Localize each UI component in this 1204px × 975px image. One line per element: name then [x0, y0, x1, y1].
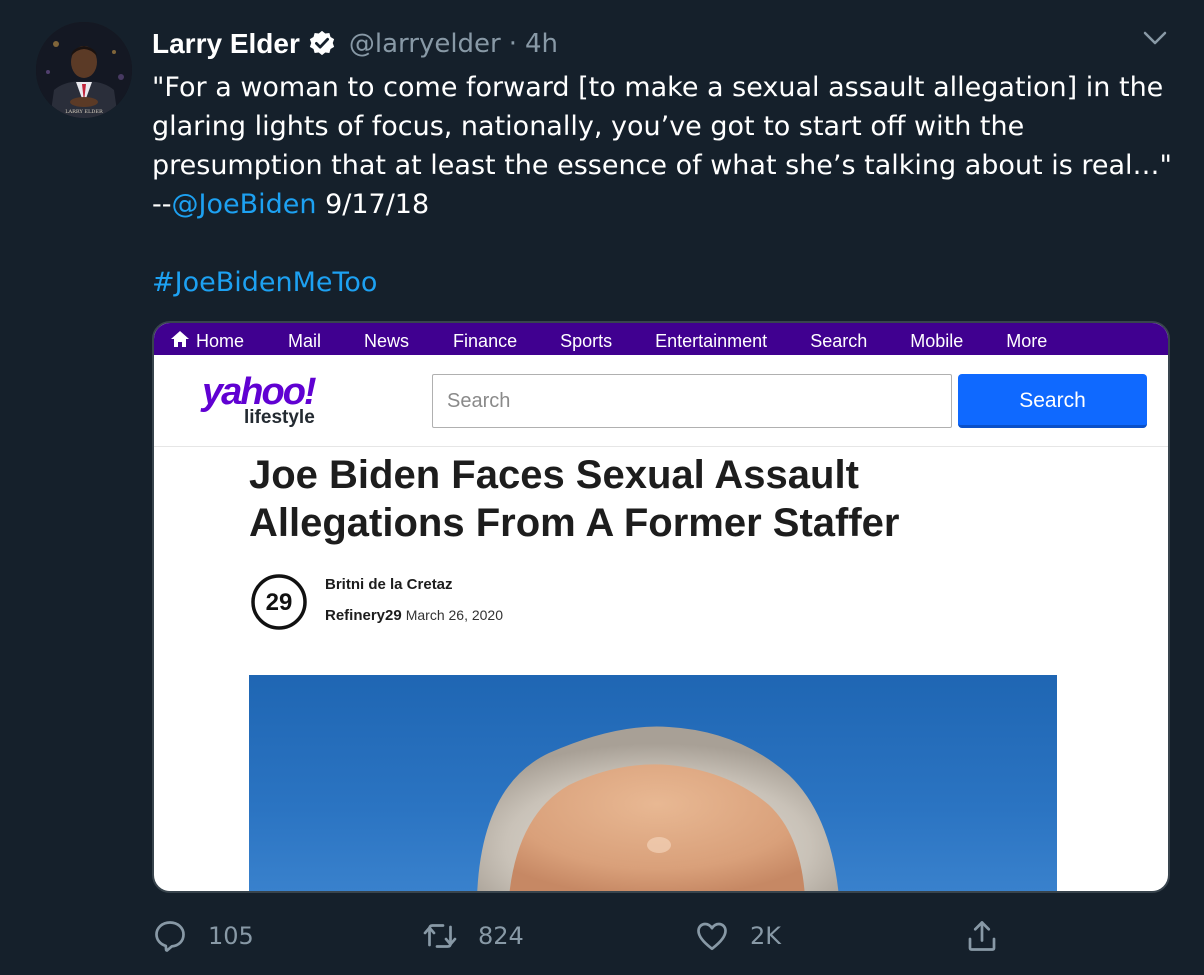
tweet-timestamp[interactable]: 4h [525, 29, 558, 59]
link-card[interactable]: Home Mail News Finance Sports Entertainm… [152, 321, 1170, 893]
article-photo [249, 675, 1057, 891]
retweet-count: 824 [478, 922, 524, 950]
article-source[interactable]: Refinery29 [325, 607, 402, 624]
avatar[interactable]: LARRY ELDER [36, 22, 132, 118]
reply-button[interactable]: 105 [152, 912, 254, 960]
verified-badge-icon [309, 30, 334, 56]
nav-item-news[interactable]: News [364, 323, 409, 355]
tweet-text-line: presumption that at least the essence of… [152, 150, 1172, 181]
reply-icon [155, 921, 185, 952]
retweet-button[interactable]: 824 [422, 912, 524, 960]
share-button[interactable] [964, 912, 1000, 960]
attribution-date: 9/17/18 [316, 189, 430, 220]
chevron-down-icon[interactable] [1140, 26, 1170, 50]
home-icon [171, 330, 189, 347]
avatar-caption: LARRY ELDER [65, 109, 103, 115]
reply-count: 105 [208, 922, 254, 950]
author-handle[interactable]: @larryelder [349, 29, 501, 59]
nav-item-finance[interactable]: Finance [453, 323, 517, 355]
like-button[interactable]: 2K [694, 912, 781, 960]
like-count: 2K [750, 922, 782, 950]
mention-link[interactable]: @JoeBiden [172, 189, 317, 220]
refinery29-logo-icon: 29 [251, 574, 307, 630]
article-headline[interactable]: Joe Biden Faces Sexual Assault Allegatio… [249, 451, 1149, 547]
tweet-text-line: glaring lights of focus, nationally, you… [152, 111, 1025, 142]
tweet[interactable]: LARRY ELDER Larry Elder @larryelder · 4h… [0, 0, 1204, 975]
header-separator: · [508, 29, 517, 59]
headline-line: Joe Biden Faces Sexual Assault [249, 453, 859, 497]
search-button[interactable]: Search [958, 374, 1147, 428]
tweet-text: "For a woman to come forward [to make a … [152, 68, 1172, 224]
publisher-logo-text: 29 [266, 589, 293, 616]
nav-item-home[interactable]: Home [170, 323, 244, 355]
nav-item-label: Home [196, 331, 245, 351]
nav-item-search[interactable]: Search [810, 323, 867, 355]
attribution-line: --@JoeBiden 9/17/18 [152, 185, 1152, 224]
retweet-icon [423, 924, 457, 948]
avatar-image: LARRY ELDER [36, 22, 132, 118]
tweet-header: Larry Elder @larryelder · 4h [152, 26, 558, 62]
photo-illustration [477, 726, 839, 891]
nav-item-more[interactable]: More [1006, 323, 1047, 355]
nav-item-mail[interactable]: Mail [288, 323, 321, 355]
header-divider [154, 446, 1168, 447]
logo-sub-text: lifestyle [244, 407, 315, 428]
article-source-line: Refinery29 March 26, 2020 [325, 607, 503, 624]
yahoo-lifestyle-logo[interactable]: yahoo! lifestyle [202, 373, 332, 431]
heart-icon [697, 922, 727, 951]
nav-item-sports[interactable]: Sports [560, 323, 612, 355]
attribution-prefix: -- [152, 189, 172, 220]
article-author[interactable]: Britni de la Cretaz [325, 576, 453, 593]
headline-line: Allegations From A Former Staffer [249, 501, 900, 545]
article-date: March 26, 2020 [405, 607, 504, 623]
author-name[interactable]: Larry Elder [152, 28, 300, 60]
hashtag-link[interactable]: #JoeBidenMeToo [152, 263, 377, 302]
yahoo-nav-bar: Home Mail News Finance Sports Entertainm… [154, 323, 1168, 355]
tweet-actions: 105 824 2K [0, 912, 1204, 960]
nav-item-mobile[interactable]: Mobile [910, 323, 963, 355]
search-input[interactable]: Search [432, 374, 952, 428]
share-icon [968, 921, 996, 951]
tweet-text-line: "For a woman to come forward [to make a … [152, 72, 1164, 103]
nav-item-entertainment[interactable]: Entertainment [655, 323, 767, 355]
logo-main-text: yahoo! [202, 371, 317, 413]
